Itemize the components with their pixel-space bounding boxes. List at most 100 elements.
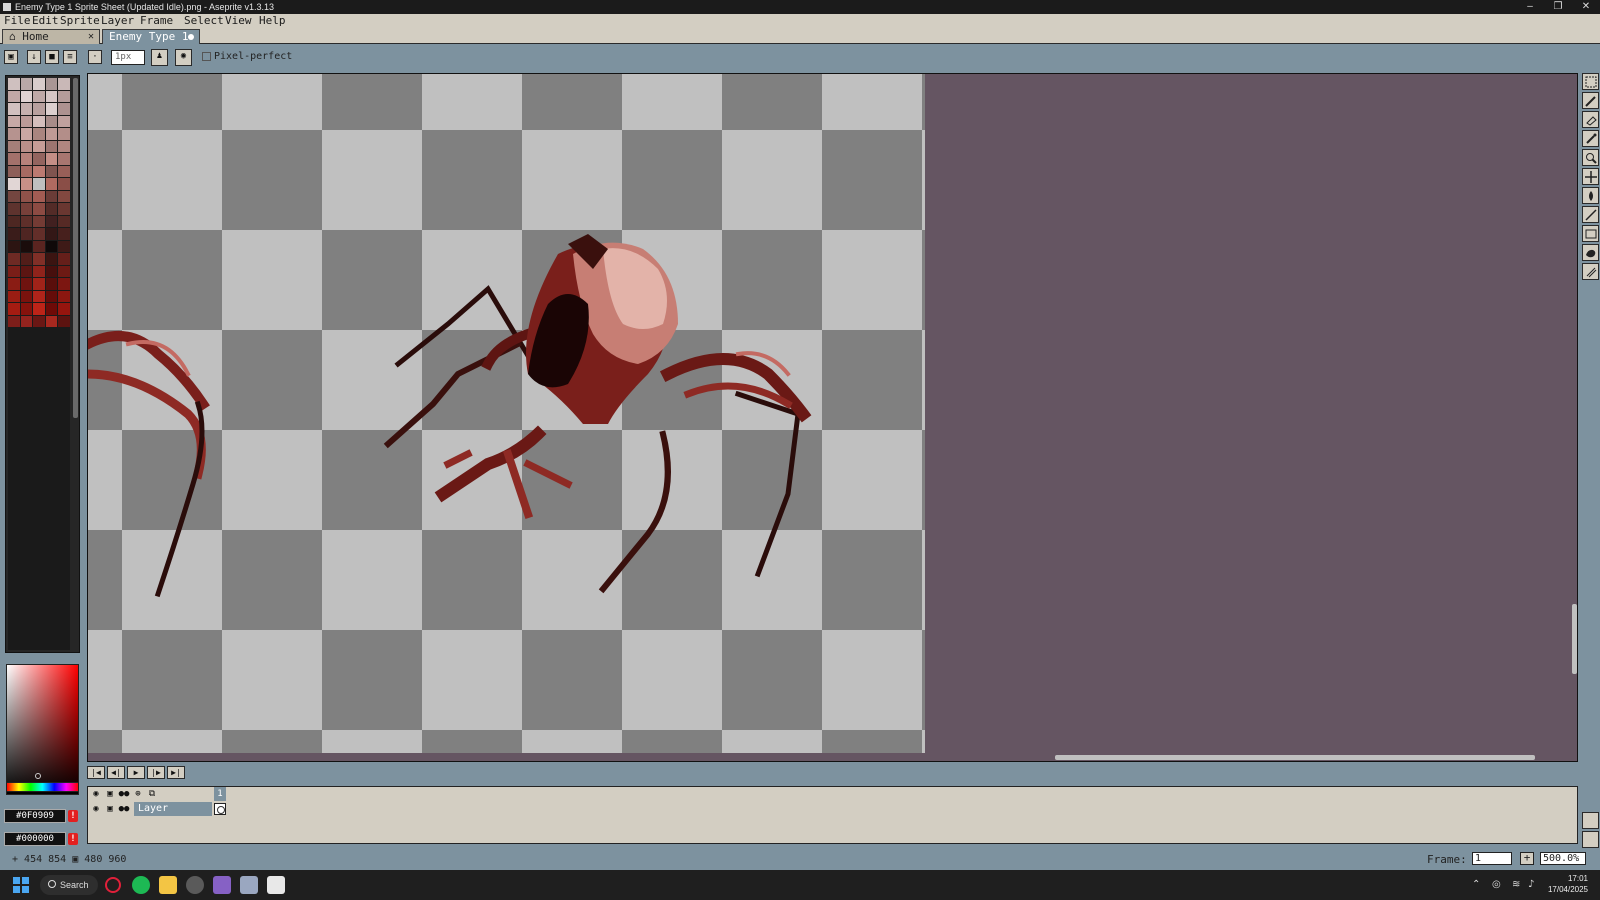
brush-type-icon[interactable]: · (88, 50, 102, 64)
brush-size-input[interactable]: 1px (111, 50, 145, 65)
menu-edit[interactable]: Edit (32, 14, 59, 28)
palette-swatch[interactable] (58, 203, 70, 215)
timeline-config-icon[interactable] (1582, 812, 1599, 829)
palette-swatch[interactable] (33, 178, 45, 190)
modified-dot-icon[interactable] (188, 34, 194, 40)
palette-swatch[interactable] (45, 128, 58, 140)
contour-icon[interactable] (1582, 244, 1599, 261)
blur-icon[interactable] (1582, 263, 1599, 280)
palette-swatch[interactable] (45, 315, 58, 327)
palette-swatch[interactable] (33, 278, 45, 290)
download-icon[interactable]: ↓ (27, 50, 41, 64)
hue-slider[interactable] (6, 782, 79, 792)
palette-swatch[interactable] (58, 115, 70, 127)
palette-swatch[interactable] (8, 178, 20, 190)
tray-app-icon[interactable]: ◎ (1492, 879, 1501, 890)
palette-swatch[interactable] (58, 153, 70, 165)
palette-swatch[interactable] (58, 303, 70, 315)
close-tab-icon[interactable]: ✕ (88, 30, 94, 44)
palette-swatch[interactable] (20, 240, 33, 252)
palette-swatch[interactable] (8, 315, 20, 327)
palette-swatch[interactable] (58, 215, 70, 227)
palette-swatch[interactable] (33, 240, 45, 252)
menu-help[interactable]: Help (259, 14, 286, 28)
palette-swatch[interactable] (33, 90, 45, 102)
palette-swatch[interactable] (8, 165, 20, 177)
first-frame-icon[interactable]: |◀ (87, 766, 105, 779)
palette-swatch[interactable] (45, 253, 58, 265)
cel-cell[interactable] (214, 803, 226, 815)
palette-swatch[interactable] (58, 253, 70, 265)
square-brush-icon[interactable]: ■ (45, 50, 59, 64)
continuous-icon[interactable]: ●● (118, 788, 130, 800)
eye-icon[interactable]: ◉ (90, 788, 102, 800)
visual-studio-icon[interactable] (213, 876, 231, 894)
continuous-icon[interactable]: ●● (118, 803, 130, 815)
palette-swatch[interactable] (20, 115, 33, 127)
palette-swatch[interactable] (33, 265, 45, 277)
palette-swatch[interactable] (58, 278, 70, 290)
last-frame-icon[interactable]: ▶| (167, 766, 185, 779)
windows-start-icon[interactable] (12, 876, 30, 894)
warning-icon[interactable]: ! (68, 833, 78, 845)
palette-swatch[interactable] (8, 128, 20, 140)
palette-swatch[interactable] (8, 303, 20, 315)
palette-swatch[interactable] (20, 215, 33, 227)
next-frame-icon[interactable]: |▶ (147, 766, 165, 779)
close-window-button[interactable]: ✕ (1572, 0, 1600, 14)
palette-swatch[interactable] (20, 228, 33, 240)
eyedropper-icon[interactable] (1582, 130, 1599, 147)
frame-input[interactable]: 1 (1472, 852, 1512, 865)
ink-icon[interactable]: ♟ (151, 49, 168, 66)
zoom-icon[interactable] (1582, 149, 1599, 166)
lock-icon[interactable]: ▣ (104, 803, 116, 815)
eye-icon[interactable]: ◉ (90, 803, 102, 815)
palette-scrollbar[interactable] (73, 78, 78, 418)
line-icon[interactable] (1582, 206, 1599, 223)
palette-swatch[interactable] (58, 228, 70, 240)
horizontal-scrollbar[interactable] (1055, 755, 1535, 760)
palette-swatch[interactable] (8, 240, 20, 252)
clock[interactable]: 17:01 17/04/2025 (1548, 873, 1588, 895)
palette-swatch[interactable] (58, 128, 70, 140)
sprite-editor[interactable] (87, 73, 1578, 762)
minimize-button[interactable]: – (1516, 0, 1544, 14)
palette-swatch[interactable] (20, 153, 33, 165)
palette-swatch[interactable] (33, 315, 45, 327)
timeline-toggle-icon[interactable] (1582, 831, 1599, 848)
palette-swatch[interactable] (45, 240, 58, 252)
unity-icon[interactable] (186, 876, 204, 894)
palette-swatch[interactable] (45, 215, 58, 227)
menu-file[interactable]: File (4, 14, 31, 28)
fill-bucket-icon[interactable] (1582, 187, 1599, 204)
palette-swatch[interactable] (45, 90, 58, 102)
tray-chevron-icon[interactable]: ⌃ (1472, 879, 1480, 890)
palette-swatch[interactable] (45, 115, 58, 127)
palette-swatch[interactable] (20, 140, 33, 152)
maximize-button[interactable]: ❐ (1544, 0, 1572, 14)
menu-frame[interactable]: Frame (140, 14, 173, 28)
zoom-input[interactable]: 500.0% (1540, 852, 1586, 865)
palette-swatch[interactable] (33, 103, 45, 115)
palette-swatch[interactable] (33, 253, 45, 265)
palette-swatch[interactable] (58, 140, 70, 152)
palette-swatch[interactable] (58, 90, 70, 102)
palette-swatch[interactable] (45, 140, 58, 152)
palette-swatch[interactable] (33, 165, 45, 177)
palette-swatch[interactable] (33, 290, 45, 302)
palette-swatch[interactable] (8, 278, 20, 290)
palette-swatch[interactable] (20, 303, 33, 315)
palette-swatch[interactable] (8, 265, 20, 277)
previous-frame-icon[interactable]: ◀| (107, 766, 125, 779)
palette-swatch[interactable] (33, 190, 45, 202)
palette-swatch[interactable] (45, 203, 58, 215)
palette-swatch[interactable] (20, 253, 33, 265)
palette-swatch[interactable] (45, 165, 58, 177)
palette-swatch[interactable] (20, 203, 33, 215)
lock-icon[interactable]: ▣ (104, 788, 116, 800)
opera-icon[interactable] (105, 877, 121, 893)
palette-swatch[interactable] (8, 115, 20, 127)
palette-swatch[interactable] (8, 203, 20, 215)
palette-swatch[interactable] (20, 290, 33, 302)
background-color-field[interactable]: #000000 (4, 832, 66, 846)
